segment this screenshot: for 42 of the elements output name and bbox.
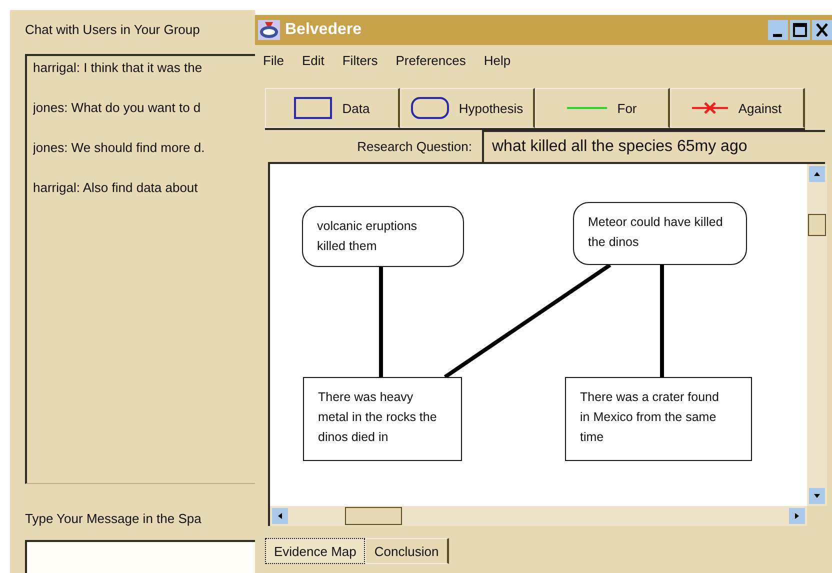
data-node[interactable]: There was a crater found in Mexico from the same time	[565, 377, 752, 461]
tool-button[interactable]: For	[535, 88, 670, 128]
scroll-thumb[interactable]	[345, 507, 402, 525]
menu-item[interactable]: Preferences	[396, 52, 466, 68]
menu-item[interactable]: File	[263, 52, 284, 68]
crossed-line-icon	[692, 102, 728, 114]
chat-title: Chat with Users in Your Group	[25, 22, 201, 39]
message-prompt: Type Your Message in the Spa	[25, 511, 202, 526]
vertical-scrollbar[interactable]	[807, 164, 827, 506]
tab[interactable]: Evidence Map	[265, 538, 366, 564]
tool-button[interactable]: Data	[265, 88, 400, 128]
message-input[interactable]	[25, 540, 255, 573]
chat-message: jones: We should find more d.	[33, 140, 206, 157]
rectangle-icon	[294, 97, 332, 119]
scroll-right-icon[interactable]	[789, 508, 805, 524]
data-node[interactable]: There was heavy metal in the rocks the dinos died in	[303, 377, 462, 461]
tab[interactable]: Conclusion	[365, 538, 449, 564]
window-title: Belvedere	[285, 21, 362, 39]
rounded-rectangle-icon	[410, 97, 449, 119]
hypothesis-node[interactable]: volcanic eruptions killed them	[302, 206, 464, 267]
chat-message: harrigal: Also find data about	[33, 180, 199, 197]
tool-button[interactable]: Against	[670, 88, 805, 128]
scroll-down-icon[interactable]	[809, 488, 825, 504]
hypothesis-node[interactable]: Meteor could have killed the dinos	[573, 202, 747, 265]
menu-item[interactable]: Help	[484, 52, 511, 68]
horizontal-scrollbar[interactable]	[270, 506, 807, 526]
scroll-up-icon[interactable]	[809, 166, 825, 182]
chat-message: jones: What do you want to d	[33, 100, 202, 117]
research-question-label: Research Question:	[356, 138, 473, 154]
app-icon	[257, 19, 281, 41]
menu-item[interactable]: Edit	[302, 52, 324, 68]
tool-button[interactable]: Hypothesis	[400, 88, 535, 128]
close-icon[interactable]	[812, 20, 832, 40]
line-icon	[567, 106, 608, 110]
menu-item[interactable]: Filters	[342, 52, 378, 68]
research-question-field[interactable]: what killed all the species 65my ago	[482, 130, 825, 162]
scroll-thumb[interactable]	[808, 214, 826, 236]
maximize-icon[interactable]	[790, 20, 810, 40]
scroll-left-icon[interactable]	[272, 508, 288, 524]
link-line[interactable]	[444, 263, 612, 379]
chat-message: harrigal: I think that it was the	[33, 60, 204, 77]
minimize-icon[interactable]	[768, 20, 788, 40]
